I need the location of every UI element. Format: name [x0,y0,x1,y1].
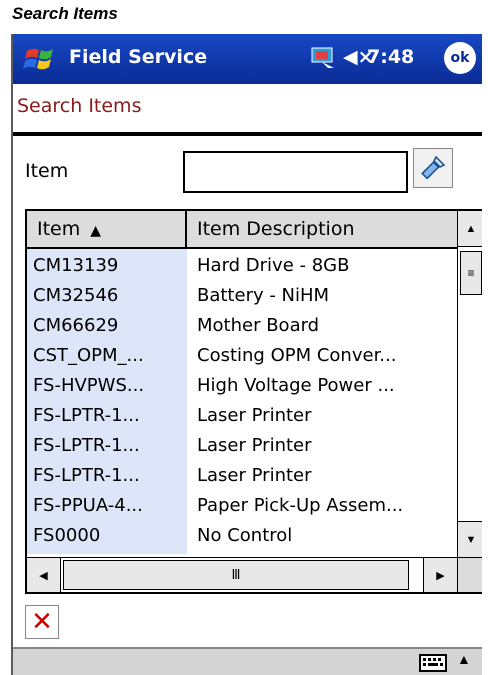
scroll-corner [457,557,482,592]
cell-item-description: Hard Drive - 8GB [197,255,350,276]
clock[interactable]: 7:48 [367,46,414,68]
table-row[interactable]: FS-HVPWS... High Voltage Power ... [27,373,457,398]
horizontal-scroll-thumb[interactable]: Ⅲ [63,560,409,590]
red-x-icon: ✕ [31,607,53,637]
column-header-item[interactable]: Item ▲ [27,211,187,247]
scroll-left-button[interactable]: ◀ [27,558,61,592]
cell-item-description: Battery - NiHM [197,285,330,306]
flashlight-search-icon [421,155,446,180]
item-search-input[interactable] [183,151,408,193]
item-label: Item [25,160,69,182]
scroll-up-button[interactable]: ▲ [458,211,482,247]
column-header-description[interactable]: Item Description [187,211,457,247]
table-row[interactable]: FS0000 No Control [27,523,457,548]
vertical-scrollbar[interactable]: ▲ ≡ ▼ [457,211,482,557]
table-row[interactable]: CST_OPM_... Costing OPM Conver... [27,343,457,368]
form-title: Search Items [17,95,142,117]
cell-item-description: Laser Printer [197,435,312,456]
table-row[interactable]: FS-LPTR-1... Laser Printer [27,463,457,488]
title-bar: Field Service ◀× 7:48 ok [13,34,482,84]
windows-flag-icon[interactable] [23,41,59,77]
cell-item-description: Paper Pick-Up Assem... [197,495,404,516]
app-title: Field Service [69,46,208,68]
arrow-up-icon: ▲ [465,222,477,235]
cell-item-id: FS-LPTR-1... [33,465,140,486]
table-row[interactable]: CM66629 Mother Board [27,313,457,338]
cell-item-description: Costing OPM Conver... [197,345,397,366]
cell-item-description: High Voltage Power ... [197,375,395,396]
grid-rows: CM13139 Hard Drive - 8GB CM32546 Battery -… [27,249,457,554]
column-header-description-label: Item Description [197,218,355,240]
delete-button[interactable]: ✕ [25,605,59,639]
cell-item-description: Laser Printer [197,405,312,426]
cell-item-description: No Control [197,525,293,546]
search-button[interactable] [413,148,453,188]
cell-item-id: FS-LPTR-1... [33,435,140,456]
sort-ascending-icon: ▲ [90,223,102,239]
arrow-right-icon: ▶ [436,569,445,582]
items-grid: Item ▲ Item Description CM13139 Hard Drive… [25,209,482,594]
device-screen: Field Service ◀× 7:48 ok Search Items It… [11,34,482,675]
horizontal-scrollbar[interactable]: ◀ Ⅲ ▶ [27,557,457,592]
cell-item-id: FS-HVPWS... [33,375,145,396]
arrow-down-icon: ▼ [465,533,477,546]
cell-item-id: CM66629 [33,315,119,336]
ok-button[interactable]: ok [444,42,476,74]
cell-item-id: FS-LPTR-1... [33,405,140,426]
cell-item-id: CM32546 [33,285,119,306]
table-row[interactable]: FS-LPTR-1... Laser Printer [27,433,457,458]
scroll-down-button[interactable]: ▼ [458,521,482,557]
grip-icon: Ⅲ [231,567,241,582]
cell-item-id: FS-PPUA-4... [33,495,143,516]
caption: Search Items [12,4,118,23]
arrow-left-icon: ◀ [39,569,48,582]
scroll-right-button[interactable]: ▶ [423,558,457,592]
cell-item-description: Mother Board [197,315,320,336]
keyboard-icon[interactable] [419,653,447,673]
cell-item-id: FS0000 [33,525,101,546]
divider [13,132,482,136]
connectivity-icon[interactable] [310,46,338,70]
menu-bar: ▲ [13,647,482,675]
table-row[interactable]: CM13139 Hard Drive - 8GB [27,253,457,278]
input-panel-arrow-icon[interactable]: ▲ [457,651,471,667]
vertical-scroll-thumb[interactable]: ≡ [460,251,482,295]
table-row[interactable]: FS-PPUA-4... Paper Pick-Up Assem... [27,493,457,518]
grid-header: Item ▲ Item Description [27,211,457,249]
cell-item-description: Laser Printer [197,465,312,486]
cell-item-id: CST_OPM_... [33,345,144,366]
column-header-item-label: Item [37,218,81,240]
cell-item-id: CM13139 [33,255,119,276]
table-row[interactable]: FS-LPTR-1... Laser Printer [27,403,457,428]
table-row[interactable]: CM32546 Battery - NiHM [27,283,457,308]
grip-icon: ≡ [467,266,475,280]
